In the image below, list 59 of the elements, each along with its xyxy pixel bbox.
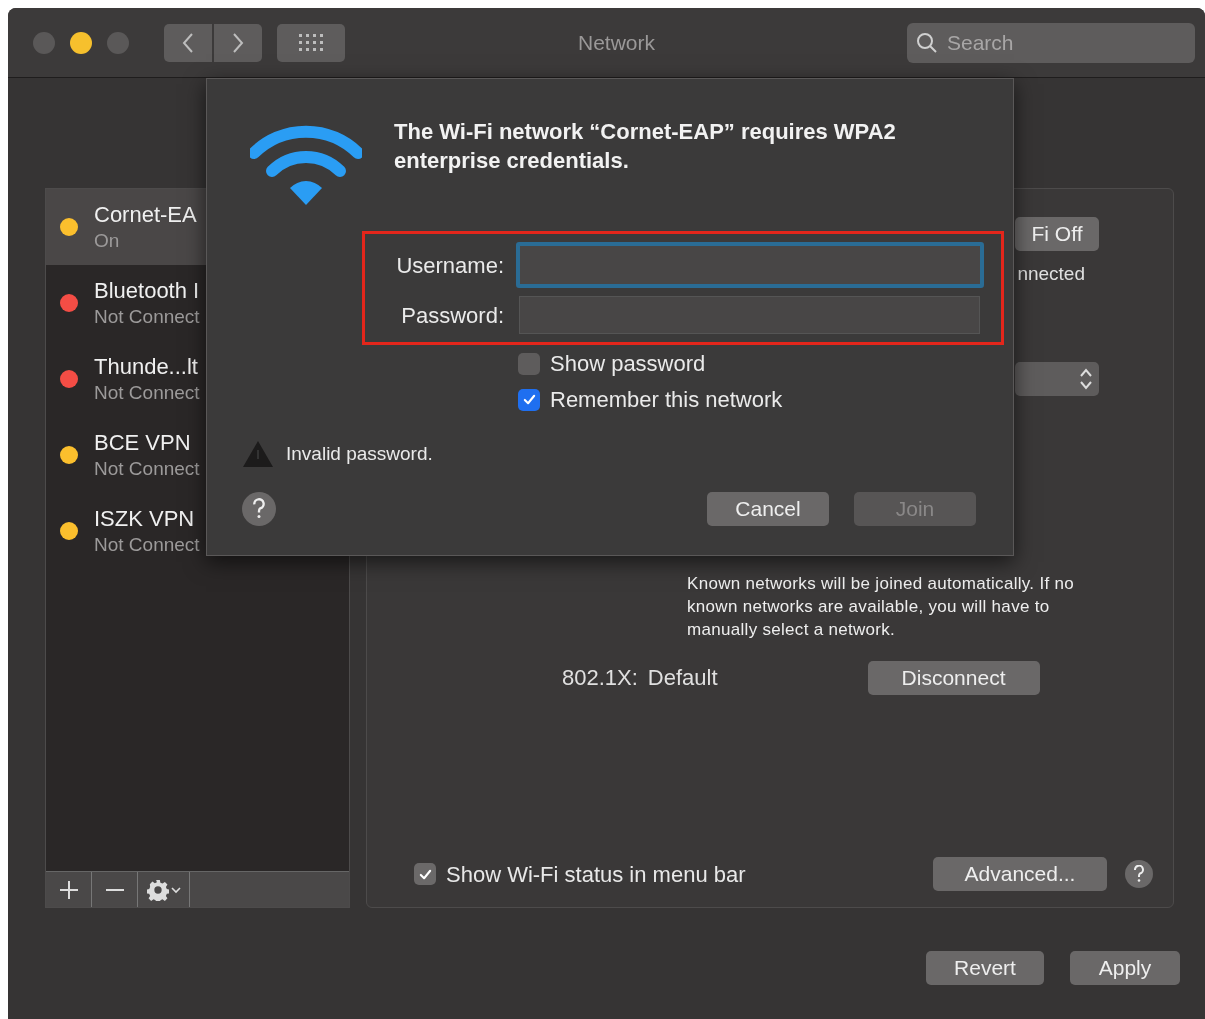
- window-title: Network: [578, 29, 656, 56]
- password-field[interactable]: [519, 296, 980, 334]
- help-button[interactable]: [1125, 860, 1153, 888]
- checkbox-label: Show password: [550, 350, 706, 378]
- search-bar[interactable]: Search: [907, 22, 1195, 63]
- gear-icon: [146, 878, 169, 901]
- network-name: Thunde...lt: [94, 353, 199, 381]
- username-field[interactable]: [516, 242, 984, 288]
- cancel-button[interactable]: Cancel: [707, 491, 829, 526]
- connection-status: nnected: [1017, 262, 1085, 286]
- network-status: Not Connect: [94, 380, 200, 405]
- warning-icon: [242, 440, 274, 469]
- grid-view-button[interactable]: [277, 23, 345, 62]
- network-list-item[interactable]: ISZK VPN Not Connect: [46, 493, 349, 569]
- plus-icon: [58, 879, 79, 900]
- dialog-title: The Wi-Fi network “Cornet-EAP” requires WPA2 enterprise credentials.: [394, 118, 897, 175]
- info-text: Known networks will be joined automatically. If no known networks are available, you will have to manually select a network.: [687, 572, 1075, 641]
- minus-icon: [104, 888, 125, 891]
- checkbox-label: Show Wi-Fi status in menu bar: [446, 860, 746, 889]
- apply-button[interactable]: Apply: [1070, 951, 1180, 985]
- back-button[interactable]: [164, 23, 212, 62]
- search-field[interactable]: Search: [947, 26, 1167, 59]
- up-down-chevron-icon: [1079, 366, 1093, 391]
- caret-icon: [170, 885, 181, 894]
- show-password-checkbox[interactable]: [518, 352, 540, 375]
- advanced-button[interactable]: Advanced...: [933, 857, 1107, 891]
- question-mark-icon: [1133, 865, 1145, 883]
- revert-button[interactable]: Revert: [926, 951, 1044, 985]
- search-icon: [915, 30, 939, 55]
- wifi-icon: [250, 125, 362, 207]
- checkbox-label: Remember this network: [550, 386, 783, 414]
- window-control-icon[interactable]: [70, 31, 92, 54]
- security-value: Default: [647, 664, 718, 692]
- password-label: Password:: [400, 301, 504, 330]
- remember-network-checkbox[interactable]: [518, 388, 540, 411]
- network-list-item[interactable]: Bluetooth I Not Connect: [46, 265, 349, 341]
- network-status: Not Connect: [94, 532, 200, 557]
- network-status: Not Connect: [94, 456, 200, 481]
- question-mark-icon: [252, 497, 266, 520]
- help-button[interactable]: [242, 491, 276, 526]
- chevron-right-icon: [231, 31, 245, 54]
- username-label: Username:: [395, 251, 504, 280]
- network-name: BCE VPN: [94, 429, 192, 457]
- chevron-left-icon: [181, 31, 195, 54]
- error-message: Invalid password.: [286, 442, 433, 466]
- checkmark-icon: [521, 392, 537, 407]
- grid-icon: [299, 34, 323, 51]
- show-status-checkbox[interactable]: [414, 863, 436, 885]
- wifi-toggle-button[interactable]: Fi Off: [1015, 217, 1099, 251]
- network-status: On: [94, 228, 121, 253]
- disconnect-button[interactable]: Disconnect: [867, 660, 1040, 695]
- network-name: ISZK VPN: [94, 505, 196, 533]
- network-list-item[interactable]: Thunde...lt Not Connect: [46, 341, 349, 417]
- forward-button[interactable]: [214, 23, 262, 62]
- network-status: Not Connect: [94, 304, 200, 329]
- security-label: 802.1X:: [562, 664, 638, 692]
- network-name: Cornet-EA: [94, 201, 197, 229]
- network-name: Bluetooth I: [94, 277, 200, 305]
- location-select[interactable]: [1015, 361, 1099, 396]
